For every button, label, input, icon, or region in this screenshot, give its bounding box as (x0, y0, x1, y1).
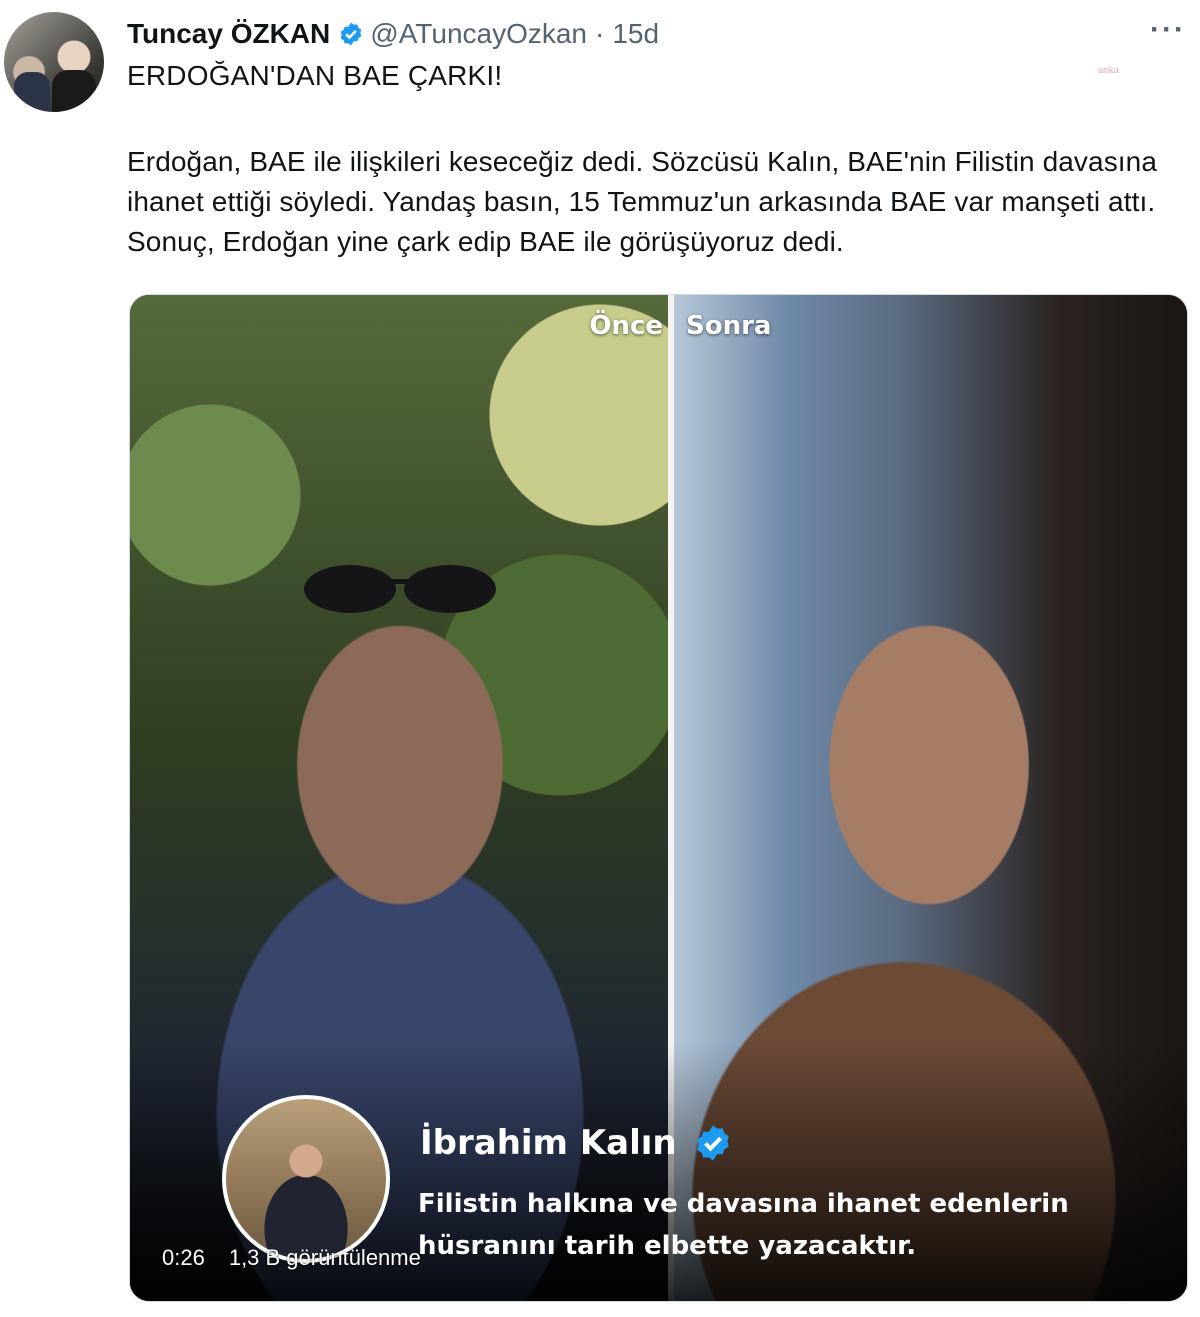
tweet-headline: ERDOĞAN'DAN BAE ÇARKI! (127, 60, 503, 91)
author-handle[interactable]: @ATuncayOzkan (370, 18, 587, 50)
video-duration: 0:26 (162, 1245, 205, 1270)
quote-author-avatar (222, 1095, 390, 1263)
sunglasses-shape (304, 565, 496, 613)
author-name[interactable]: Tuncay ÖZKAN (127, 18, 330, 50)
quote-verified-icon (696, 1125, 729, 1161)
video-player[interactable]: Önce Sonra İbrahim Kalın Filistin halkın… (129, 294, 1188, 1302)
avatar-figure-left (14, 72, 50, 112)
tweet-body: Erdoğan, BAE ile ilişkileri keseceğiz de… (127, 146, 1158, 257)
label-before: Önce (589, 311, 663, 341)
video-meta: 0:26 1,3 B görüntülenme (162, 1245, 421, 1271)
more-options-icon[interactable]: ··· (1150, 15, 1186, 45)
author-avatar[interactable] (4, 12, 104, 112)
tweet-timestamp[interactable]: 15d (612, 18, 659, 50)
header-separator: · (595, 18, 605, 49)
quote-author-name: İbrahim Kalın (420, 1123, 677, 1163)
quote-text: Filistin halkına ve davasına ihanet eden… (418, 1189, 1069, 1261)
quote-author: İbrahim Kalın (420, 1123, 733, 1163)
avatar-figure-right (52, 70, 96, 112)
tweet-header: Tuncay ÖZKAN @ATuncayOzkan · 15d (127, 14, 659, 54)
verified-badge-icon (340, 22, 362, 46)
watermark-logo: anka (1098, 64, 1119, 76)
label-after: Sonra (686, 311, 772, 341)
video-views: 1,3 B görüntülenme (228, 1245, 421, 1270)
